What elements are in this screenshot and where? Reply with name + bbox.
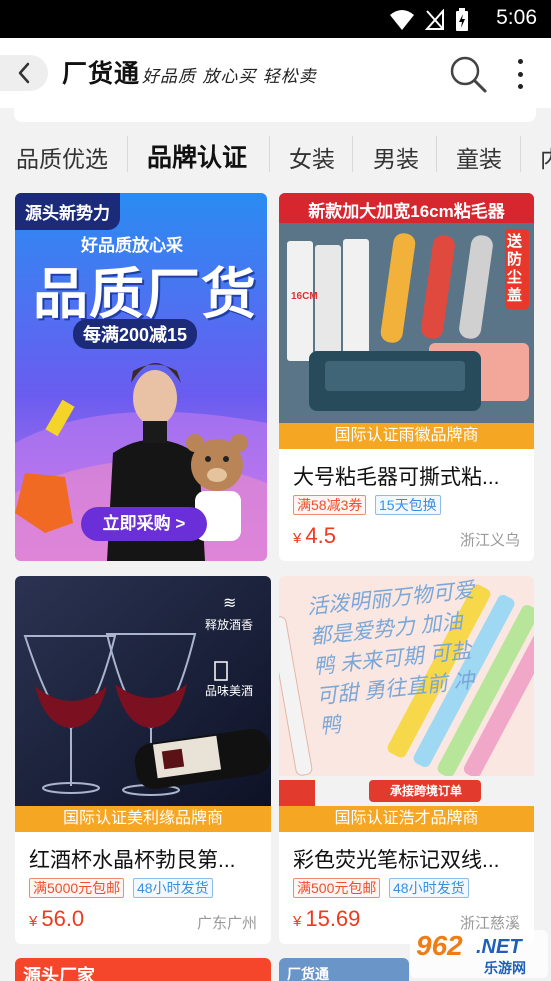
shipping-tag: 满5000元包邮 — [29, 878, 125, 898]
product-card-peek[interactable]: 源头厂家 — [15, 958, 271, 981]
product-card-peek[interactable]: 厂货通 — [279, 958, 409, 981]
watermark-suffix: .NET — [476, 936, 522, 958]
svg-text:≋: ≋ — [223, 593, 236, 612]
brand-ribbon: 国际认证美利缘品牌商 — [15, 806, 271, 832]
product-image — [279, 193, 534, 423]
product-title: 红酒杯水晶杯勃艮第... — [29, 849, 236, 872]
promo-banner[interactable]: 源头新势力 好品质放心采 品质厂货 每满200减15 立即采购 > — [15, 193, 267, 561]
product-price: ¥4.5 — [293, 523, 336, 548]
status-bar: 5:06 — [0, 0, 551, 38]
more-dots-icon — [517, 59, 523, 64]
watermark-sub: 乐游网 — [484, 960, 526, 976]
tab-quality[interactable]: 品质优选 — [16, 140, 108, 174]
header-shadow-strip — [0, 108, 551, 128]
no-signal-icon — [425, 9, 444, 30]
app-header: 厂货通 好品质 放心买 轻松卖 — [0, 38, 551, 108]
product-card[interactable]: 活泼明丽万物可爱 都是爱势力 加油鸭 未来可期 可盐可甜 勇往直前 冲鸭 承接跨… — [279, 576, 534, 944]
product-location: 浙江义乌 — [459, 532, 520, 549]
tab-kids[interactable]: 童装 — [456, 140, 502, 174]
watermark-number: 962 — [416, 930, 463, 961]
peek-label: 源头厂家 — [23, 966, 95, 981]
image-headline: 新款加大加宽16cm粘毛器 — [308, 202, 505, 221]
image-handwriting: 活泼明丽万物可爱 都是爱势力 加油鸭 未来可期 可盐可甜 勇往直前 冲鸭 — [305, 578, 476, 739]
peek-label: 厂货通 — [287, 966, 329, 981]
product-card[interactable]: 新款加大加宽16cm粘毛器 送防尘盖 16CM 国际认证雨徽品牌商 大号粘毛器可… — [279, 193, 534, 561]
banner-cta-button[interactable]: 立即采购 > — [81, 507, 207, 541]
more-menu-button[interactable] — [508, 56, 532, 92]
product-price: ¥56.0 — [29, 906, 85, 931]
brand-ribbon: 国际认证雨徽品牌商 — [279, 423, 534, 449]
service-tag: 15天包换 — [375, 495, 441, 515]
battery-charging-icon — [456, 8, 468, 31]
tab-brand-certified[interactable]: 品牌认证 — [147, 138, 247, 174]
shipping-tag: 满500元包邮 — [293, 878, 381, 898]
image-badge: 送防尘盖 — [507, 233, 523, 304]
app-brand: 厂货通 — [62, 60, 141, 88]
search-icon — [450, 56, 487, 93]
site-watermark: 962 .NET 乐游网 — [410, 930, 548, 978]
banner-promo: 每满200减15 — [73, 319, 198, 349]
tab-mens[interactable]: 男装 — [373, 140, 419, 174]
delivery-tag: 48小时发货 — [389, 878, 469, 898]
banner-badge: 源头新势力 — [15, 193, 120, 230]
image-banner: 承接跨境订单 — [389, 784, 462, 798]
chevron-left-icon — [18, 62, 30, 84]
tab-underwear[interactable]: 内 — [540, 140, 551, 174]
image-text-taste: 品味美酒 — [205, 684, 254, 698]
search-button[interactable] — [448, 54, 488, 94]
product-title: 大号粘毛器可撕式粘... — [293, 466, 500, 489]
category-tabs: 品质优选 品牌认证 女装 男装 童装 内 — [0, 128, 551, 184]
coupon-tag: 满58减3券 — [293, 495, 367, 515]
brand-ribbon: 国际认证浩才品牌商 — [279, 806, 534, 832]
back-button[interactable] — [0, 55, 48, 91]
delivery-tag: 48小时发货 — [133, 878, 213, 898]
image-size-label: 16CM — [291, 291, 318, 302]
product-price: ¥15.69 — [293, 906, 361, 931]
status-icons — [389, 8, 469, 32]
tab-womens[interactable]: 女装 — [289, 140, 335, 174]
status-time: 5:06 — [496, 6, 537, 29]
image-text-aroma: 释放酒香 — [205, 618, 254, 632]
product-title: 彩色荧光笔标记双线... — [293, 849, 500, 872]
wifi-icon — [390, 10, 414, 30]
product-card[interactable]: ≋ 释放酒香 品味美酒 国际认证美利缘品牌商 红酒杯水晶杯勃艮第... 满500… — [15, 576, 271, 944]
product-location: 广东广州 — [196, 915, 257, 932]
banner-headline: 品质厂货 — [33, 263, 258, 325]
app-slogan: 好品质 放心买 轻松卖 — [142, 67, 317, 87]
